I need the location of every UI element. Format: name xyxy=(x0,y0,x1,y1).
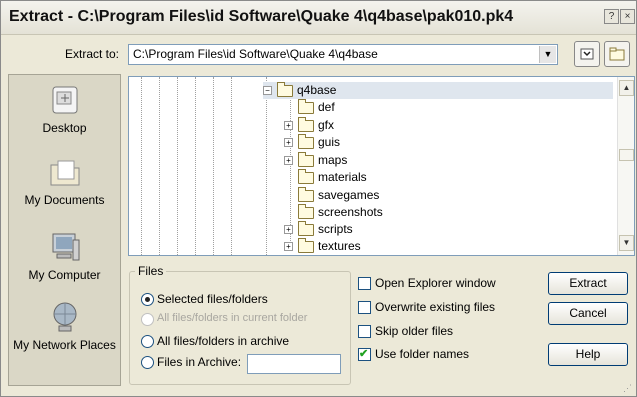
tree-guide xyxy=(231,77,232,255)
expand-icon[interactable]: + xyxy=(284,242,293,251)
new-folder-button[interactable] xyxy=(604,41,630,67)
close-title-button[interactable]: × xyxy=(620,9,635,24)
radio-label: Files in Archive: xyxy=(157,355,242,369)
checkbox-label: Open Explorer window xyxy=(375,276,496,290)
checkbox-open-explorer[interactable] xyxy=(358,277,371,290)
folder-open-icon xyxy=(277,82,293,97)
chevron-down-icon[interactable]: ▼ xyxy=(539,46,556,63)
folder-icon xyxy=(298,169,314,184)
checkbox-label: Overwrite existing files xyxy=(375,300,496,314)
extract-to-value: C:\Program Files\id Software\Quake 4\q4b… xyxy=(133,47,378,61)
radio-label: Selected files/folders xyxy=(157,292,268,306)
radio-files-in-archive[interactable] xyxy=(141,356,154,369)
check-icon: ✔ xyxy=(359,348,369,360)
place-label: Desktop xyxy=(42,121,87,135)
radio-label: All files/folders in archive xyxy=(157,334,290,348)
resize-grip-icon[interactable]: ⋰ xyxy=(623,383,633,393)
scroll-thumb[interactable] xyxy=(619,149,634,161)
radio-current-folder xyxy=(141,313,154,326)
collapse-icon[interactable]: − xyxy=(263,86,272,95)
checkbox-label: Skip older files xyxy=(375,324,454,338)
tree-guide xyxy=(213,77,214,255)
new-folder-icon xyxy=(609,47,625,61)
tree-guide xyxy=(177,77,178,255)
extract-to-label: Extract to: xyxy=(65,47,120,61)
tree-scrollbar[interactable]: ▲ ▼ xyxy=(617,77,634,255)
place-label: My Computer xyxy=(28,268,101,282)
tree-row-root[interactable]: − q4base xyxy=(263,82,613,99)
tree-item-label: q4base xyxy=(297,83,337,97)
expand-icon[interactable]: + xyxy=(284,121,293,130)
radio-label: All files/folders in current folder xyxy=(157,312,308,324)
place-label: My Network Places xyxy=(13,338,116,352)
place-label: My Documents xyxy=(24,193,105,207)
radio-all-in-archive[interactable] xyxy=(141,335,154,348)
tree-item-label: screenshots xyxy=(318,205,383,219)
tree-item-label: gfx xyxy=(318,118,335,132)
folder-browse-icon xyxy=(580,48,594,60)
my-documents-icon xyxy=(47,155,83,189)
files-in-archive-input[interactable] xyxy=(247,354,341,374)
folder-icon xyxy=(298,204,314,219)
window-title: Extract - C:\Program Files\id Software\Q… xyxy=(9,8,514,25)
files-group-title: Files xyxy=(135,264,167,278)
place-my-computer[interactable]: My Computer xyxy=(9,230,120,282)
folder-icon xyxy=(298,152,314,167)
tree-item-label: materials xyxy=(318,170,367,184)
title-bar: Extract - C:\Program Files\id Software\Q… xyxy=(1,1,636,35)
tree-item-label: def xyxy=(318,100,335,114)
tree-item-label: textures xyxy=(318,239,361,253)
checkbox-use-folder-names[interactable]: ✔ xyxy=(358,348,371,361)
tree-guide xyxy=(141,77,142,255)
extract-dialog: Extract - C:\Program Files\id Software\Q… xyxy=(0,0,637,397)
help-title-button[interactable]: ? xyxy=(604,9,619,24)
place-my-documents[interactable]: My Documents xyxy=(9,155,120,207)
place-desktop[interactable]: Desktop xyxy=(9,83,120,135)
cancel-button[interactable]: Cancel xyxy=(548,302,628,325)
extract-button[interactable]: Extract xyxy=(548,272,628,295)
tree-item-label: savegames xyxy=(318,188,380,202)
folder-icon xyxy=(298,238,314,253)
radio-selected-files[interactable] xyxy=(141,293,154,306)
browse-folder-button[interactable] xyxy=(574,41,600,67)
tree-guide xyxy=(266,77,267,255)
place-network[interactable]: My Network Places xyxy=(9,300,120,352)
tree-guide xyxy=(290,95,291,243)
tree-item-label: scripts xyxy=(318,222,353,236)
folder-icon xyxy=(298,99,314,114)
folder-icon xyxy=(298,134,314,149)
desktop-icon xyxy=(47,83,83,117)
scroll-up-button[interactable]: ▲ xyxy=(619,80,634,96)
scroll-down-button[interactable]: ▼ xyxy=(619,235,634,251)
help-button[interactable]: Help xyxy=(548,343,628,366)
tree-guide xyxy=(195,77,196,255)
network-places-icon xyxy=(47,300,83,334)
my-computer-icon xyxy=(47,230,83,264)
expand-icon[interactable]: + xyxy=(284,138,293,147)
expand-icon[interactable]: + xyxy=(284,225,293,234)
tree-guide xyxy=(159,77,160,255)
folder-icon xyxy=(298,117,314,132)
expand-icon[interactable]: + xyxy=(284,156,293,165)
extract-to-combo[interactable]: C:\Program Files\id Software\Quake 4\q4b… xyxy=(128,44,558,65)
folder-icon xyxy=(298,187,314,202)
folder-icon xyxy=(298,221,314,236)
tree-item-label: maps xyxy=(318,153,348,167)
checkbox-label: Use folder names xyxy=(375,347,470,361)
places-bar: Desktop My Documents My Computer My Netw… xyxy=(8,74,121,386)
folder-tree[interactable]: − q4base def + gfx + guis + maps materia… xyxy=(128,76,635,256)
checkbox-overwrite[interactable] xyxy=(358,301,371,314)
tree-item-label: guis xyxy=(318,135,341,149)
checkbox-skip-older[interactable] xyxy=(358,325,371,338)
